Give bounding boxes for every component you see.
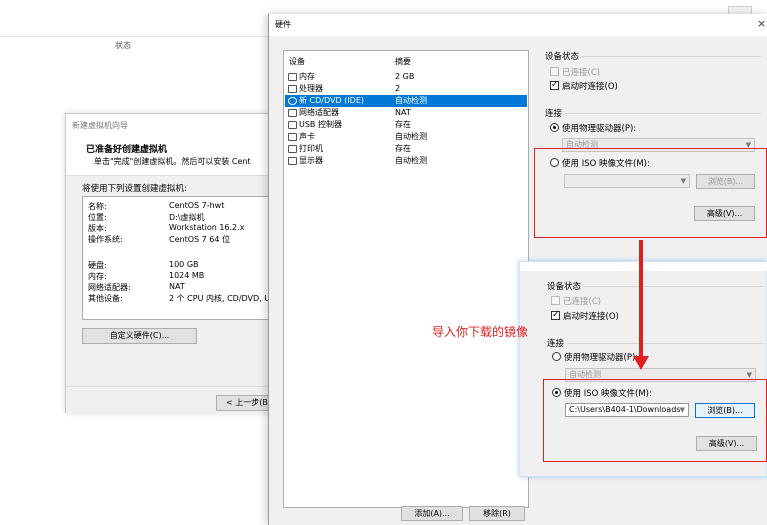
device-column-header: 设备 bbox=[289, 57, 305, 66]
memory-icon bbox=[288, 73, 297, 81]
connect-at-power-on-checkbox[interactable] bbox=[550, 79, 559, 91]
divider bbox=[565, 113, 761, 114]
connected-label: 已连接(C) bbox=[563, 297, 602, 307]
connect-at-power-on-label: 启动时连接(O) bbox=[563, 312, 619, 322]
wizard-heading: 已准备好创建虚拟机 bbox=[86, 145, 168, 155]
device-row-network[interactable]: 网络适配器 NAT bbox=[285, 107, 527, 119]
device-row-printer[interactable]: 打印机 存在 bbox=[285, 143, 527, 155]
remove-button[interactable]: 移除(R) bbox=[469, 506, 525, 521]
summary-row: 硬盘: 100 GB bbox=[88, 260, 199, 270]
highlight-box bbox=[534, 148, 767, 238]
connected-checkbox[interactable] bbox=[550, 67, 559, 76]
new-vm-wizard-window: 新建虚拟机向导 已准备好创建虚拟机 单击"完成"创建虚拟机。然后可以安装 Cen… bbox=[65, 113, 281, 414]
highlight-box bbox=[543, 379, 767, 462]
status-column-header[interactable]: 状态 bbox=[115, 40, 131, 51]
connected-label: 已连接(C) bbox=[562, 68, 601, 78]
divider bbox=[567, 343, 763, 344]
summary-row: 网络适配器: NAT bbox=[88, 282, 185, 292]
arrow-shaft bbox=[639, 240, 643, 360]
use-physical-drive-label: 使用物理驱动器(P): bbox=[562, 124, 637, 134]
title-bar: 硬件 × bbox=[269, 14, 767, 36]
snippet-header bbox=[520, 262, 767, 271]
device-row-cd-dvd[interactable]: 新 CD/DVD (IDE) 自动检测 bbox=[285, 95, 527, 107]
device-row-usb[interactable]: USB 控制器 存在 bbox=[285, 119, 527, 131]
close-icon[interactable]: × bbox=[757, 17, 766, 30]
use-physical-drive-radio[interactable] bbox=[552, 352, 561, 361]
monitor-icon bbox=[288, 157, 297, 165]
summary-row: 内存: 1024 MB bbox=[88, 271, 205, 281]
add-button[interactable]: 添加(A)... bbox=[401, 506, 463, 521]
device-row-sound[interactable]: 声卡 自动检测 bbox=[285, 131, 527, 143]
connection-label: 连接 bbox=[545, 109, 563, 119]
divider bbox=[66, 386, 281, 387]
summary-row: 名称: CentOS 7-hwt bbox=[88, 201, 225, 211]
printer-icon bbox=[288, 145, 297, 153]
device-status-label: 设备状态 bbox=[545, 52, 580, 62]
usb-icon bbox=[288, 121, 297, 129]
summary-row: 其他设备: 2 个 CPU 内核, CD/DVD, U bbox=[88, 294, 271, 303]
connection-label: 连接 bbox=[547, 339, 565, 349]
summary-row: 位置: D:\虚拟机 bbox=[88, 213, 205, 222]
wizard-title: 新建虚拟机向导 bbox=[72, 121, 128, 130]
device-row-monitor[interactable]: 显示器 自动检测 bbox=[285, 155, 527, 167]
summary-row: 版本: Workstation 16.2.x bbox=[88, 223, 245, 233]
wizard-body: 将使用下列设置创建虚拟机: 名称: CentOS 7-hwt 位置: D:\虚拟机 … bbox=[66, 176, 281, 414]
divider bbox=[581, 56, 761, 57]
wizard-header: 已准备好创建虚拟机 单击"完成"创建虚拟机。然后可以安装 Cent bbox=[66, 134, 281, 176]
connect-at-power-on-checkbox[interactable] bbox=[551, 309, 560, 321]
wizard-subtext: 单击"完成"创建虚拟机。然后可以安装 Cent bbox=[94, 157, 251, 166]
use-physical-drive-label: 使用物理驱动器(P): bbox=[564, 353, 639, 363]
arrow-down-icon bbox=[633, 356, 649, 370]
settings-prompt: 将使用下列设置创建虚拟机: bbox=[82, 184, 187, 194]
column-divider bbox=[0, 36, 270, 37]
device-row-memory[interactable]: 内存 2 GB bbox=[285, 71, 527, 83]
connect-at-power-on-label: 启动时连接(O) bbox=[562, 82, 618, 92]
summary-column-header: 摘要 bbox=[395, 57, 411, 66]
cpu-icon bbox=[288, 85, 297, 93]
settings-summary: 名称: CentOS 7-hwt 位置: D:\虚拟机 版本: Workstation… bbox=[82, 196, 281, 320]
device-status-label: 设备状态 bbox=[547, 282, 582, 292]
divider bbox=[583, 286, 763, 287]
dialog-title: 硬件 bbox=[275, 20, 291, 29]
device-list[interactable]: 设备 摘要 内存 2 GB 处理器 2 新 CD/DVD (IDE) 自动检测 网络适… bbox=[283, 50, 529, 508]
annotation-text: 导入你下载的镜像 bbox=[432, 325, 529, 339]
connected-checkbox[interactable] bbox=[551, 296, 560, 305]
customize-hardware-button[interactable]: 自定义硬件(C)... bbox=[82, 328, 197, 344]
summary-row: 操作系统: CentOS 7 64 位 bbox=[88, 235, 230, 244]
use-physical-drive-radio[interactable] bbox=[550, 123, 559, 132]
sound-icon bbox=[288, 133, 297, 141]
network-icon bbox=[288, 109, 297, 117]
cd-icon bbox=[288, 97, 297, 105]
device-row-cpu[interactable]: 处理器 2 bbox=[285, 83, 527, 95]
